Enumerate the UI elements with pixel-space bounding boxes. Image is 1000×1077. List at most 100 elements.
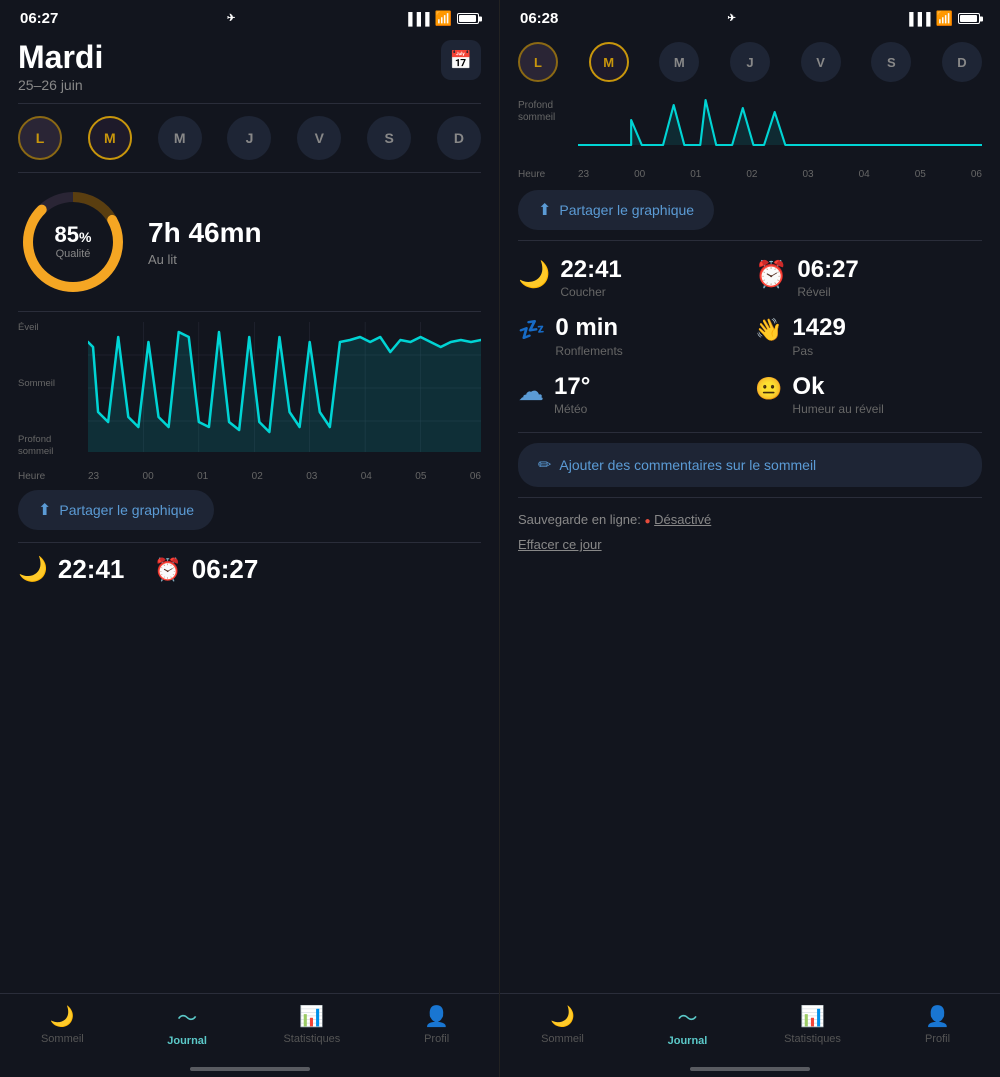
home-indicator-right — [690, 1067, 810, 1071]
nav-activity-icon-left: 〜 — [177, 1002, 197, 1031]
donut-percent-sup: % — [79, 229, 91, 245]
mx-01: 01 — [690, 169, 701, 180]
x-label-02: 02 — [252, 471, 263, 482]
mini-x-labels: 23 00 01 02 03 04 05 06 — [578, 169, 982, 180]
divider-2 — [18, 172, 481, 173]
backup-status-link[interactable]: Désactivé — [654, 512, 711, 527]
share-button-right[interactable]: ⬆ Partager le graphique — [518, 190, 714, 230]
wifi-icon-right: 📶 — [936, 10, 953, 27]
day-btn-jeudi[interactable]: J — [227, 116, 271, 160]
day-btn-mercredi[interactable]: M — [158, 116, 202, 160]
nav-profil-label-right: Profil — [925, 1033, 950, 1045]
pas-label: Pas — [792, 344, 845, 358]
status-icons-left: ▐▐▐ 📶 — [404, 10, 479, 27]
chart-svg-left — [88, 322, 481, 452]
mx-05: 05 — [915, 169, 926, 180]
day-btn-mardi-active[interactable]: M — [88, 116, 132, 160]
day-btn-samedi[interactable]: S — [367, 116, 411, 160]
home-indicator-left — [190, 1067, 310, 1071]
ronflements-value: 0 min — [555, 315, 622, 341]
chart-inner-left — [88, 322, 481, 457]
day-btn-mardi-r[interactable]: M — [589, 42, 629, 82]
reveil-value: 06:27 — [797, 257, 858, 283]
mx-23: 23 — [578, 169, 589, 180]
signal-icon-left: ▐▐▐ — [404, 12, 430, 26]
comment-icon: ✏ — [538, 455, 551, 475]
ronflements-label: Ronflements — [555, 344, 622, 358]
backup-status: Sauvegarde en ligne: ● Désactivé — [518, 502, 982, 531]
nav-profile-icon-left: 👤 — [424, 1004, 449, 1029]
calendar-button[interactable]: 📅 — [441, 40, 481, 80]
sleep-duration: 7h 46mn — [148, 218, 481, 249]
day-label: Mardi — [18, 40, 103, 75]
chart-y-labels: Éveil Sommeil Profondsommeil — [18, 322, 86, 457]
clear-day-button[interactable]: Effacer ce jour — [518, 531, 982, 558]
nav-stats-right[interactable]: 📊 Statistiques — [783, 1004, 843, 1045]
day-btn-m2-r[interactable]: M — [659, 42, 699, 82]
date-label: 25–26 juin — [18, 77, 103, 93]
detail-ronflements: 💤 0 min Ronflements — [518, 315, 745, 357]
right-screen-content: L M M J V S D Profondsommeil — [500, 32, 1000, 993]
day-btn-vendredi[interactable]: V — [297, 116, 341, 160]
share-icon-left: ⬆ — [38, 500, 51, 520]
mood-icon-r: 😐 — [755, 376, 782, 402]
alarm-icon-r: ⏰ — [755, 259, 787, 290]
day-btn-s-r[interactable]: S — [871, 42, 911, 82]
coucher-value: 22:41 — [560, 257, 621, 283]
detail-humeur: 😐 Ok Humeur au réveil — [755, 374, 982, 416]
nav-journal-right[interactable]: 〜 Journal — [658, 1002, 718, 1047]
donut-quality-label: Qualité — [55, 248, 92, 260]
heure-label-left: Heure — [18, 471, 45, 482]
nav-sommeil-left[interactable]: 🌙 Sommeil — [32, 1004, 92, 1045]
nav-stats-left[interactable]: 📊 Statistiques — [282, 1004, 342, 1045]
mini-chart-svg — [578, 90, 982, 155]
meteo-value: 17° — [554, 374, 590, 400]
donut-chart: 85% Qualité — [18, 187, 128, 297]
share-label-left: Partager le graphique — [59, 502, 194, 518]
heure-label-right: Heure — [518, 169, 545, 180]
pas-value: 1429 — [792, 315, 845, 341]
nav-sommeil-right[interactable]: 🌙 Sommeil — [533, 1004, 593, 1045]
nav-stats-icon-left: 📊 — [299, 1004, 324, 1029]
header-left: Mardi 25–26 juin 📅 — [18, 32, 481, 99]
nav-profil-right[interactable]: 👤 Profil — [908, 1004, 968, 1045]
day-btn-lundi[interactable]: L — [18, 116, 62, 160]
divider-r1 — [518, 240, 982, 241]
signal-icon-right: ▐▐▐ — [905, 12, 931, 26]
x-label-05: 05 — [415, 471, 426, 482]
day-btn-j-r[interactable]: J — [730, 42, 770, 82]
day-btn-v-r[interactable]: V — [801, 42, 841, 82]
donut-percent-value: 85 — [55, 222, 79, 247]
nav-profile-icon-right: 👤 — [925, 1004, 950, 1029]
comment-button[interactable]: ✏ Ajouter des commentaires sur le sommei… — [518, 443, 982, 487]
humeur-value: Ok — [792, 374, 883, 400]
time-left: 06:27 — [20, 10, 58, 27]
header-title-left: Mardi 25–26 juin — [18, 40, 103, 93]
nav-sommeil-label-left: Sommeil — [41, 1033, 84, 1045]
y-label-profond: Profondsommeil — [18, 434, 86, 457]
nav-profil-left[interactable]: 👤 Profil — [407, 1004, 467, 1045]
bottom-nav-left: 🌙 Sommeil 〜 Journal 📊 Statistiques 👤 Pro… — [0, 993, 499, 1067]
sleep-chart: Éveil Sommeil Profondsommeil — [18, 322, 481, 482]
mx-00: 00 — [634, 169, 645, 180]
reveil-label: Réveil — [797, 285, 858, 299]
x-label-23: 23 — [88, 471, 99, 482]
steps-icon-r: 👋 — [755, 317, 782, 343]
divider-1 — [18, 103, 481, 104]
mini-chart-right: Profondsommeil 23 00 01 02 03 04 05 06 H — [518, 90, 982, 180]
detail-meteo: ☁ 17° Météo — [518, 374, 745, 416]
x-label-06: 06 — [470, 471, 481, 482]
nav-journal-left[interactable]: 〜 Journal — [157, 1002, 217, 1047]
day-btn-d-r[interactable]: D — [942, 42, 982, 82]
x-label-00: 00 — [143, 471, 154, 482]
day-btn-lundi-r[interactable]: L — [518, 42, 558, 82]
detail-reveil: ⏰ 06:27 Réveil — [755, 257, 982, 299]
screen-content-left: Mardi 25–26 juin 📅 L M M J V S D — [0, 32, 499, 993]
sleep-quality-section: 85% Qualité 7h 46mn Au lit — [18, 177, 481, 307]
alarm-icon-left: ⏰ — [154, 557, 181, 583]
coucher-label: Coucher — [560, 285, 621, 299]
wifi-icon-left: 📶 — [435, 10, 452, 27]
mini-chart-inner — [578, 90, 982, 160]
share-button-left[interactable]: ⬆ Partager le graphique — [18, 490, 214, 530]
day-btn-dimanche[interactable]: D — [437, 116, 481, 160]
